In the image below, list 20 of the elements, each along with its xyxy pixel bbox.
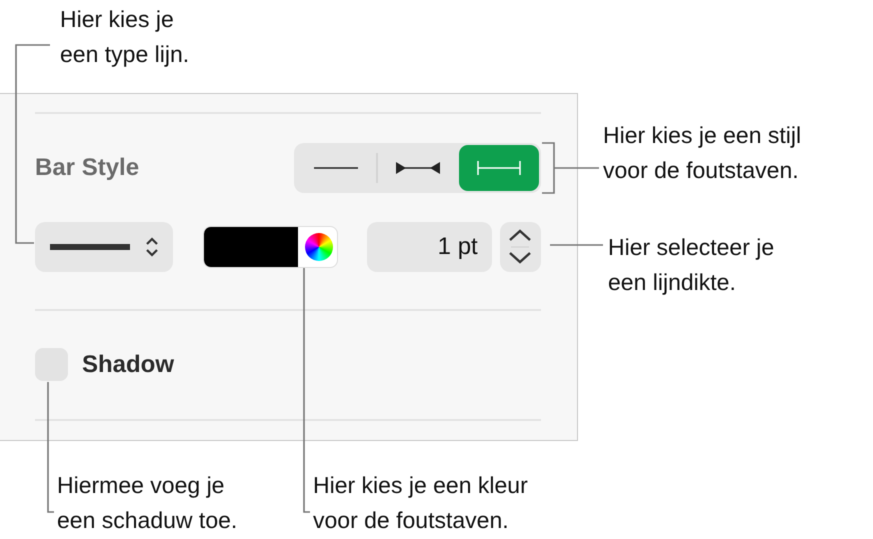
callout-text: Hier kies je een kleur voor de foutstaven. <box>313 471 528 535</box>
section-label: Bar Style <box>35 154 140 182</box>
up-down-chevron-icon <box>144 236 160 258</box>
callout-text: Hier kies je een type lijn. <box>60 5 190 69</box>
callout-text: Hiermee voeg je een schaduw toe. <box>57 471 238 535</box>
line-style-popup[interactable] <box>35 222 173 272</box>
callout-text: Hier kies je een stijl voor de foutstaven. <box>603 121 802 185</box>
leader-line <box>541 142 600 194</box>
color-well[interactable] <box>202 226 338 268</box>
color-wheel-icon <box>304 233 333 261</box>
checkbox-label: Shadow <box>82 350 174 378</box>
arrow-line-icon <box>396 161 440 175</box>
checkbox[interactable] <box>35 348 68 381</box>
line-sample-icon <box>50 244 130 250</box>
capped-line-icon <box>476 161 521 175</box>
line-width-field[interactable]: 1 pt <box>366 222 492 272</box>
stepper[interactable] <box>500 222 541 272</box>
leader-line <box>550 244 603 246</box>
callout-text: Hier selecteer je een lijndikte. <box>608 233 774 297</box>
line-icon <box>314 166 358 170</box>
